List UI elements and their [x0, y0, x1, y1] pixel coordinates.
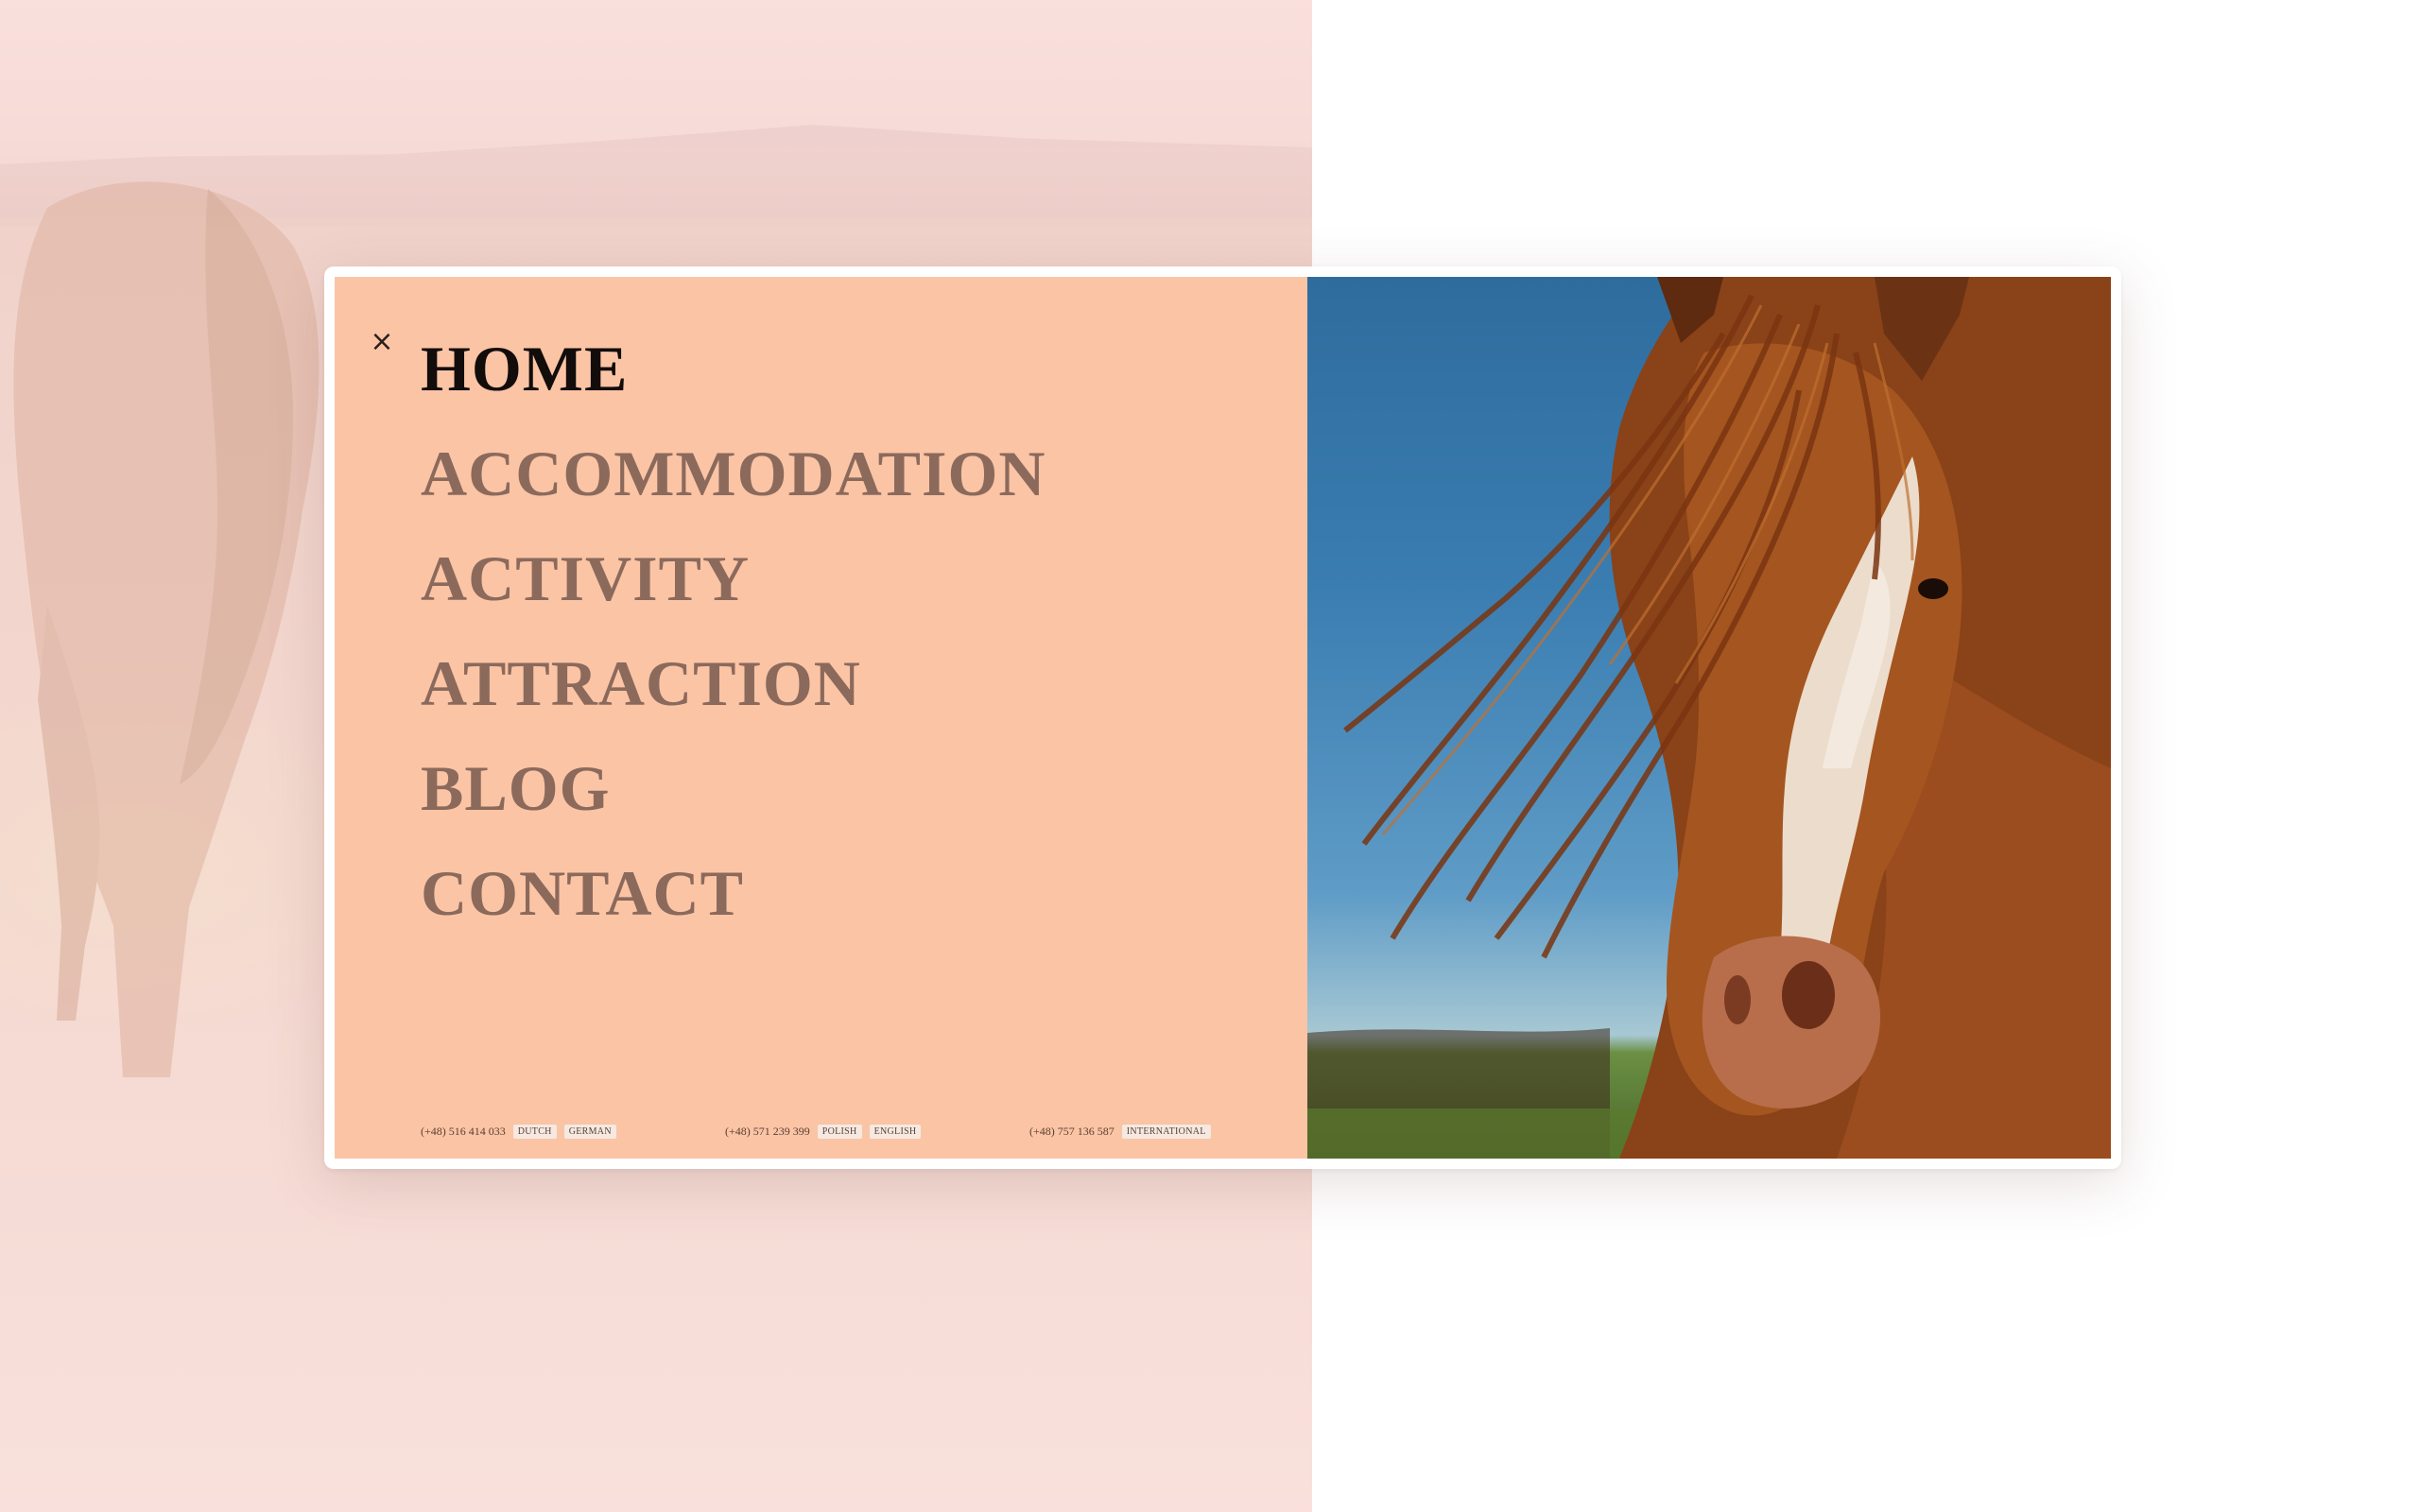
nav-item-home[interactable]: HOME	[421, 317, 1046, 421]
nav-item-contact[interactable]: CONTACT	[421, 841, 1046, 946]
navigation-menu-card: × HOME ACCOMMODATION ACTIVITY ATTRACTION…	[324, 266, 2121, 1169]
phone-number[interactable]: (+48) 571 239 399	[725, 1125, 810, 1139]
language-tag-polish[interactable]: POLISH	[817, 1125, 862, 1139]
nav-item-accommodation[interactable]: ACCOMMODATION	[421, 421, 1046, 526]
main-navigation: HOME ACCOMMODATION ACTIVITY ATTRACTION B…	[421, 317, 1046, 946]
phone-number[interactable]: (+48) 516 414 033	[421, 1125, 506, 1139]
language-tag-german[interactable]: GERMAN	[563, 1125, 616, 1139]
contact-group: (+48) 516 414 033 DUTCH GERMAN	[421, 1125, 725, 1139]
language-tag-english[interactable]: ENGLISH	[869, 1125, 922, 1139]
contact-group: (+48) 757 136 587 INTERNATIONAL	[1029, 1125, 1307, 1139]
nav-item-activity[interactable]: ACTIVITY	[421, 526, 1046, 631]
language-tag-international[interactable]: INTERNATIONAL	[1121, 1125, 1211, 1139]
horse-photo	[1307, 277, 2111, 1159]
language-tag-dutch[interactable]: DUTCH	[512, 1125, 557, 1139]
contact-group: (+48) 571 239 399 POLISH ENGLISH	[725, 1125, 1029, 1139]
nav-item-blog[interactable]: BLOG	[421, 736, 1046, 841]
close-icon[interactable]: ×	[369, 328, 395, 356]
phone-number[interactable]: (+48) 757 136 587	[1029, 1125, 1115, 1139]
nav-item-attraction[interactable]: ATTRACTION	[421, 631, 1046, 736]
menu-panel: × HOME ACCOMMODATION ACTIVITY ATTRACTION…	[335, 277, 1307, 1159]
horse-illustration	[1307, 277, 2111, 1159]
contact-bar: (+48) 516 414 033 DUTCH GERMAN (+48) 571…	[421, 1125, 1307, 1139]
